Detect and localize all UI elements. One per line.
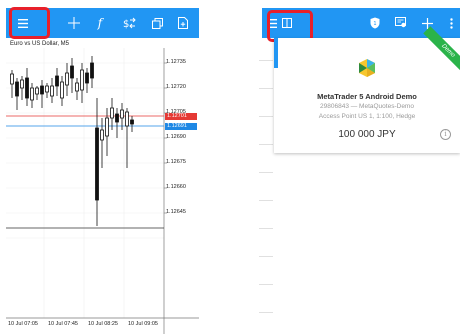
account-login: 29806843 — MetaQuotes-Demo (320, 103, 414, 110)
info-icon[interactable]: i (440, 129, 451, 140)
price-chart[interactable]: Euro vs US Dollar, M5 1.12735 1.12720 1.… (6, 38, 199, 334)
copy-icon[interactable] (147, 8, 167, 38)
crosshair-icon[interactable] (64, 8, 84, 38)
chart-screen: f $ Euro vs US Dollar, M5 1.12735 1.1272… (6, 0, 199, 334)
metatrader-logo-icon (359, 59, 375, 77)
drawer-divider (259, 312, 273, 313)
more-vertical-icon[interactable] (444, 8, 458, 38)
drawer-divider (259, 256, 273, 257)
drawer-divider (259, 88, 273, 89)
certificate-icon[interactable] (392, 8, 410, 38)
accounts-screen: 1 Demo MetaTrader 5 Android Demo 2980684… (256, 0, 460, 334)
bid-price-tag: 1.12701 (165, 113, 197, 120)
y-tick-label: 1.12690 (166, 134, 186, 140)
function-icon[interactable]: f (90, 8, 110, 38)
drawer-divider (259, 228, 273, 229)
y-tick-label: 1.12660 (166, 184, 186, 190)
y-tick-label: 1.12675 (166, 159, 186, 165)
drawer-divider (259, 200, 273, 201)
account-balance: 100 000 JPY (338, 129, 396, 140)
drawer-divider (259, 144, 273, 145)
y-tick-label: 1.12720 (166, 84, 186, 90)
x-tick-label: 10 Jul 07:45 (48, 321, 78, 327)
dollar-arrows-icon[interactable]: $ (118, 8, 140, 38)
account-server: Access Point US 1, 1:100, Hedge (318, 113, 416, 120)
y-tick-label: 1.12645 (166, 209, 186, 215)
drawer-divider (259, 116, 273, 117)
x-tick-label: 10 Jul 07:05 (8, 321, 38, 327)
drawer-divider (259, 172, 273, 173)
menu-highlight (9, 7, 50, 39)
x-tick-label: 10 Jul 08:25 (88, 321, 118, 327)
active-indicator (274, 38, 278, 68)
account-name: MetaTrader 5 Android Demo (317, 92, 417, 101)
drawer-divider (259, 284, 273, 285)
document-icon[interactable] (173, 8, 193, 38)
account-card[interactable]: Demo MetaTrader 5 Android Demo 29806843 … (274, 26, 460, 153)
shield-icon[interactable]: 1 (366, 8, 384, 38)
svg-text:1: 1 (373, 21, 376, 27)
drawer-divider (259, 60, 273, 61)
x-tick-label: 10 Jul 09:05 (128, 321, 158, 327)
svg-text:$: $ (123, 19, 129, 29)
ask-price-tag: 1.12691 (165, 123, 197, 130)
y-tick-label: 1.12735 (166, 59, 186, 65)
